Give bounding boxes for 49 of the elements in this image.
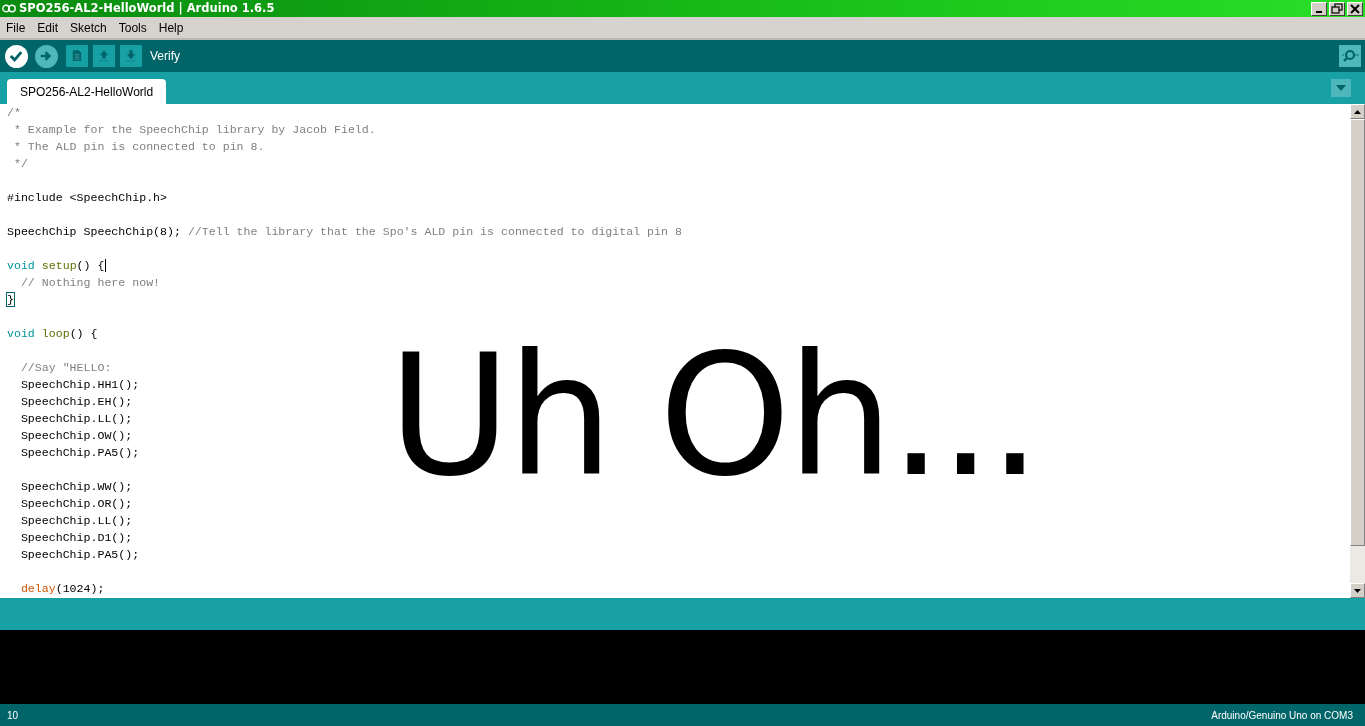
code-line: SpeechChip.LL(); [19, 411, 134, 427]
board-info: Arduino/Genuino Uno on COM3 [1211, 709, 1353, 721]
code-line: delay(1024); [19, 581, 106, 597]
menu-item[interactable]: File [2, 20, 30, 35]
code-line: } [7, 292, 15, 308]
serial-monitor-button[interactable] [1339, 45, 1361, 67]
code-line: SpeechChip.PA5(); [19, 547, 141, 563]
upload-button[interactable] [35, 44, 58, 68]
menu-item[interactable]: Tools [114, 20, 151, 35]
menu-item[interactable]: Help [154, 20, 188, 35]
restore-button[interactable] [1329, 1, 1345, 16]
app-logo-icon [2, 4, 16, 13]
code-line: SpeechChip SpeechChip(8); //Tell the library that the Spo's ALD pin is connected to digital pin 8 [7, 224, 683, 240]
tab-menu-button[interactable] [1331, 79, 1351, 97]
overlay-caption: Uh Oh... [388, 332, 1038, 500]
close-icon [1348, 1, 1362, 16]
sketch-tab[interactable]: SPO256-AL2-HelloWorld [7, 79, 167, 104]
code-line: SpeechChip.D1(); [19, 530, 134, 546]
code-line: #include <SpeechChip.h> [7, 190, 169, 206]
code-line: //Say "HELLO: [19, 360, 113, 376]
minimize-icon [1316, 10, 1322, 13]
code-line: * Example for the SpeechChip library by Jacob Field. [12, 122, 377, 138]
close-button[interactable] [1347, 1, 1363, 16]
text-cursor [105, 259, 107, 273]
verify-button[interactable] [5, 44, 28, 68]
toolbar-hint: Verify [150, 49, 180, 63]
new-button[interactable] [66, 45, 88, 67]
code-line: void loop() { [7, 326, 99, 342]
restore-icon [1330, 1, 1344, 16]
code-line: SpeechChip.HH1(); [19, 377, 141, 393]
window-title: SPO256-AL2-HelloWorld | Arduino 1.6.5 [19, 1, 275, 16]
caret-icon [1336, 85, 1346, 91]
code-line: void setup() { [7, 258, 108, 274]
code-line: * The ALD pin is connected to pin 8. [12, 139, 266, 155]
menu-item[interactable]: Sketch [66, 20, 111, 35]
code-line: */ [12, 156, 29, 172]
minimize-button[interactable] [1311, 1, 1327, 16]
code-line: SpeechChip.PA5(); [19, 445, 141, 461]
code-line: SpeechChip.EH(); [19, 394, 134, 410]
line-number: 10 [7, 709, 19, 721]
save-button[interactable] [120, 45, 142, 67]
code-line: SpeechChip.WW(); [19, 479, 134, 495]
open-button[interactable] [93, 45, 115, 67]
menu-item[interactable]: Edit [33, 20, 63, 35]
code-line: SpeechChip.OW(); [19, 428, 134, 444]
code-line: SpeechChip.OR(); [19, 496, 134, 512]
code-line: // Nothing here now! [19, 275, 162, 291]
code-line: /* [7, 105, 22, 121]
code-line: SpeechChip.LL(); [19, 513, 134, 529]
